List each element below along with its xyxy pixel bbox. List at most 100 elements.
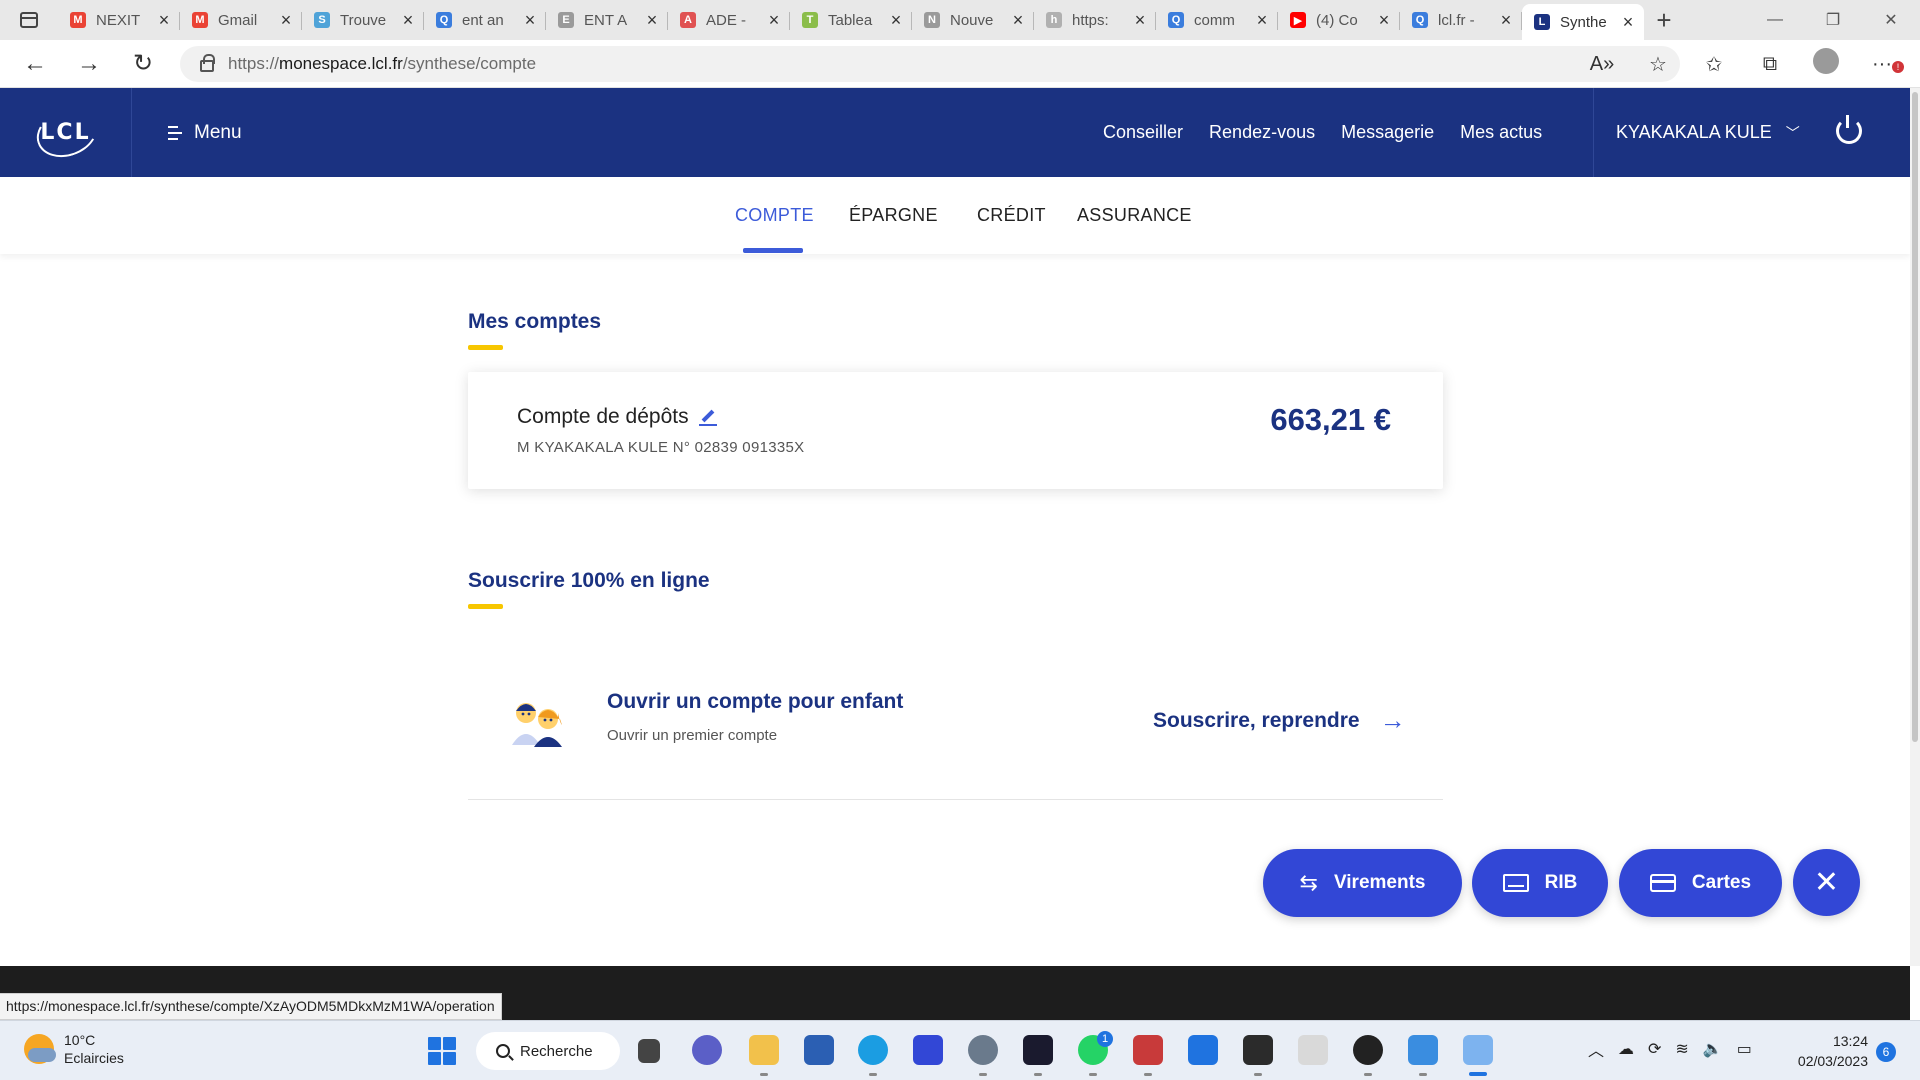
lock-icon[interactable] [200, 54, 215, 72]
browser-tab[interactable]: N Nouve × [912, 4, 1034, 36]
teams-chat-icon[interactable] [692, 1035, 722, 1065]
power-automate-icon[interactable] [1298, 1035, 1328, 1065]
browser-tab[interactable]: A ADE - × [668, 4, 790, 36]
subscribe-link[interactable]: Souscrire, reprendre → [1153, 705, 1406, 736]
browser-tab[interactable]: L Synthe × [1522, 4, 1644, 40]
tab-compte[interactable]: COMPTE [735, 205, 814, 226]
browser-tab[interactable]: M Gmail × [180, 4, 302, 36]
sync-icon[interactable]: ⟳ [1648, 1039, 1661, 1059]
minimize-button[interactable]: — [1746, 11, 1804, 29]
scrollbar-thumb[interactable] [1912, 92, 1918, 742]
weather-widget[interactable]: 10°C Eclaircies [24, 1031, 124, 1067]
browser-tab[interactable]: M NEXIT × [58, 4, 180, 36]
restore-button[interactable]: ❐ [1804, 10, 1862, 30]
url-field[interactable]: https://monespace.lcl.fr/synthese/compte [180, 46, 1680, 82]
ai-app-icon[interactable] [913, 1035, 943, 1065]
tab-credit[interactable]: CRÉDIT [977, 205, 1046, 226]
windows-taskbar: 10°C Eclaircies Recherche 1 ︿ ☁ ⟳ ≋ 🔈 ▭ … [0, 1020, 1920, 1080]
virements-button[interactable]: ⇆ Virements [1263, 849, 1462, 917]
tab-close-icon[interactable]: × [1620, 12, 1636, 33]
collections-icon[interactable]: ⧉ [1742, 53, 1798, 76]
back-button[interactable]: ← [8, 40, 62, 88]
microsoft-store-icon[interactable] [804, 1035, 834, 1065]
favorites-icon[interactable]: ✩ [1686, 52, 1742, 77]
search-label: Recherche [520, 1042, 593, 1060]
active-tab-indicator [743, 248, 803, 253]
add-favorite-icon[interactable]: ☆ [1630, 52, 1686, 77]
lcl-logo[interactable]: LCL [0, 88, 132, 177]
browser-tab[interactable]: E ENT A × [546, 4, 668, 36]
notification-count-badge[interactable]: 6 [1876, 1042, 1896, 1062]
messagerie-link[interactable]: Messagerie [1341, 122, 1434, 143]
browser-tab[interactable]: ▶ (4) Co × [1278, 4, 1400, 36]
intellij-icon[interactable] [1023, 1035, 1053, 1065]
accounts-section-title: Mes comptes [468, 310, 602, 333]
tab-close-icon[interactable]: × [400, 10, 416, 31]
edit-pencil-icon[interactable] [698, 408, 717, 426]
volume-icon[interactable]: 🔈 [1703, 1039, 1723, 1059]
tab-close-icon[interactable]: × [156, 10, 172, 31]
app-icon[interactable] [1188, 1035, 1218, 1065]
settings-gear-icon[interactable] [968, 1035, 998, 1065]
tab-close-icon[interactable]: × [1376, 10, 1392, 31]
window-close-button[interactable]: ✕ [1862, 10, 1920, 30]
page-scrollbar[interactable] [1910, 88, 1920, 966]
tab-epargne[interactable]: ÉPARGNE [849, 205, 938, 226]
tab-close-icon[interactable]: × [278, 10, 294, 31]
child-account-offer[interactable]: Ouvrir un compte pour enfant Ouvrir un p… [468, 660, 1443, 800]
rib-button[interactable]: RIB [1472, 849, 1608, 917]
conseiller-link[interactable]: Conseiller [1103, 122, 1183, 143]
task-view-icon[interactable] [638, 1039, 660, 1063]
media-player-icon[interactable] [1353, 1035, 1383, 1065]
user-menu[interactable]: KYAKAKALA KULE ﹀ [1593, 88, 1800, 177]
battery-icon[interactable]: ▭ [1737, 1039, 1752, 1059]
file-explorer-icon[interactable] [749, 1035, 779, 1065]
edge-icon[interactable] [858, 1035, 888, 1065]
menu-button[interactable]: Menu [168, 122, 242, 144]
browser-tab[interactable]: S Trouve × [302, 4, 424, 36]
browser-tab[interactable]: Qlcl.fr - × [1400, 4, 1522, 36]
forward-button[interactable]: → [62, 40, 116, 88]
taskbar-search[interactable]: Recherche [476, 1032, 620, 1070]
new-tab-button[interactable]: + [1644, 5, 1684, 36]
settings-more-icon[interactable]: ···! [1854, 53, 1910, 76]
browser-tab[interactable]: h https: × [1034, 4, 1156, 36]
logout-power-icon[interactable] [1836, 115, 1862, 144]
offer-subtitle: Ouvrir un premier compte [607, 727, 778, 744]
s-icon: S [314, 12, 330, 28]
browser-tab[interactable]: Qcomm × [1156, 4, 1278, 36]
browser-tab[interactable]: T Tablea × [790, 4, 912, 36]
tab-assurance[interactable]: ASSURANCE [1077, 205, 1192, 226]
tab-actions-button[interactable] [0, 0, 58, 40]
filezilla-icon[interactable] [1133, 1035, 1163, 1065]
search-icon: Q [1412, 12, 1428, 28]
notepad-icon[interactable] [1408, 1035, 1438, 1065]
onedrive-cloud-icon[interactable]: ☁ [1618, 1039, 1634, 1059]
clock-date: 02/03/2023 [1797, 1053, 1868, 1069]
tab-close-icon[interactable]: × [1498, 10, 1514, 31]
taskbar-clock[interactable]: 13:24 02/03/2023 [1788, 1031, 1868, 1071]
mes-actus-link[interactable]: Mes actus [1460, 122, 1542, 143]
tab-close-icon[interactable]: × [1132, 10, 1148, 31]
tab-title: Tablea [828, 11, 873, 29]
tab-close-icon[interactable]: × [1254, 10, 1270, 31]
tab-close-icon[interactable]: × [888, 10, 904, 31]
start-button[interactable] [428, 1037, 456, 1065]
profile-avatar[interactable] [1798, 48, 1854, 80]
tab-close-icon[interactable]: × [766, 10, 782, 31]
cartes-button[interactable]: Cartes [1619, 849, 1782, 917]
tab-close-icon[interactable]: × [1010, 10, 1026, 31]
wifi-icon[interactable]: ≋ [1675, 1039, 1688, 1059]
snipping-tool-icon[interactable] [1463, 1035, 1493, 1065]
tab-close-icon[interactable]: × [522, 10, 538, 31]
active-app-indicator [1469, 1072, 1487, 1076]
account-card[interactable]: Compte de dépôts M KYAKAKALA KULE N° 028… [468, 372, 1443, 489]
close-actions-button[interactable]: ✕ [1793, 849, 1860, 916]
show-hidden-icons-chevron-icon[interactable]: ︿ [1588, 1037, 1604, 1061]
browser-tab[interactable]: Qent an × [424, 4, 546, 36]
terminal-icon[interactable] [1243, 1035, 1273, 1065]
read-aloud-icon[interactable]: A» [1574, 53, 1630, 76]
tab-close-icon[interactable]: × [644, 10, 660, 31]
rendez-vous-link[interactable]: Rendez-vous [1209, 122, 1315, 143]
reload-button[interactable]: ↻ [116, 40, 170, 88]
